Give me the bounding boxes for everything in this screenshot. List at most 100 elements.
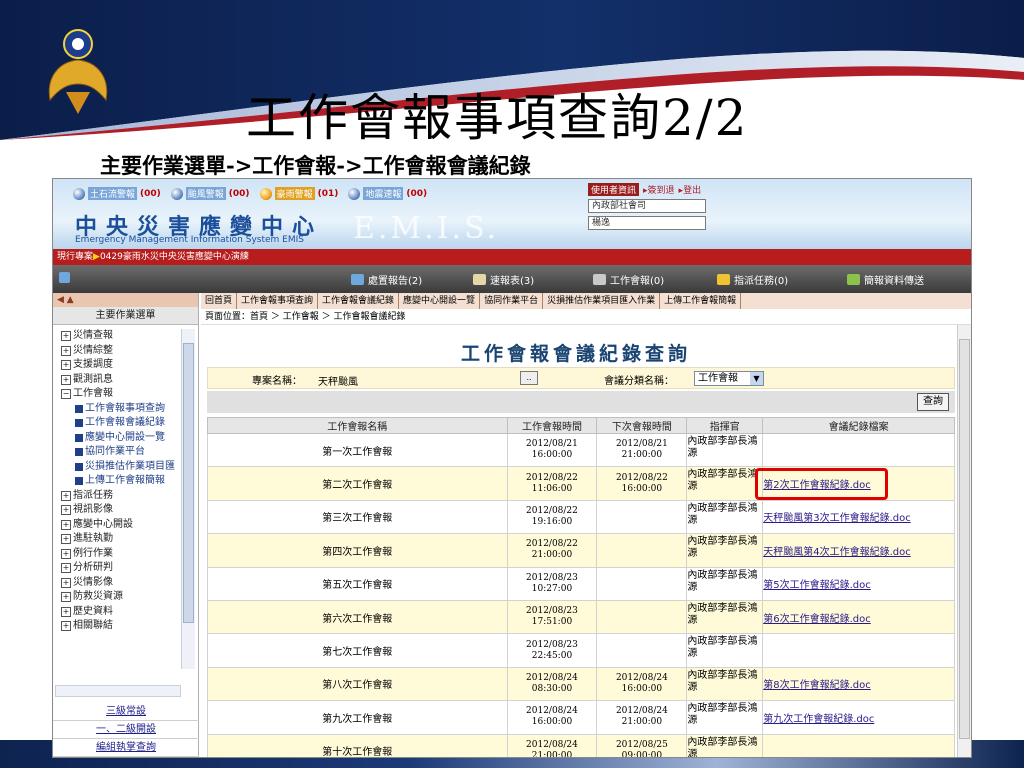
time: 21:00:00 [531, 550, 573, 561]
tab-damage-import[interactable]: 災損推估作業項目匯入作業 [543, 293, 661, 309]
menu-item[interactable]: + 進駐執勤 [53, 532, 199, 547]
expand-icon[interactable]: + [61, 563, 71, 574]
record-file-link[interactable]: 第6次工作會報紀錄.doc [763, 614, 871, 625]
tab-meeting-query[interactable]: 工作會報事項查詢 [237, 293, 319, 309]
expand-icon[interactable]: + [61, 505, 71, 516]
sign-in-out-link[interactable]: ▸簽到退 [643, 183, 675, 196]
tab-meeting-records[interactable]: 工作會報會議紀錄 [318, 293, 400, 309]
menu-item-label: 歷史資料 [73, 605, 113, 617]
menu-subitem[interactable]: 上傳工作會報簡報 [53, 474, 199, 489]
toolbar-home-button[interactable] [59, 272, 70, 283]
expand-icon[interactable]: + [61, 621, 71, 632]
expand-icon[interactable]: + [61, 577, 71, 588]
menu-item[interactable]: + 災情查報 [53, 329, 199, 344]
collapse-icon[interactable]: − [61, 389, 71, 400]
expand-icon[interactable]: + [61, 374, 71, 385]
commander-cell: 內政部李部長鴻源 [686, 700, 764, 735]
link-level3[interactable]: 三級常設 [53, 703, 199, 721]
collapse-menu-button[interactable]: ◀ ▲ [53, 293, 198, 307]
menu-subitem[interactable]: 災損推估作業項目匯 [53, 460, 199, 475]
menu-item[interactable]: + 防救災資源 [53, 590, 199, 605]
menu-item-label: 工作會報會議紀錄 [85, 417, 165, 428]
menu-vertical-scrollbar[interactable] [181, 329, 195, 669]
expand-icon[interactable]: + [61, 592, 71, 603]
menu-subitem[interactable]: 應變中心開設一覽 [53, 431, 199, 446]
menu-item[interactable]: + 災情綜整 [53, 344, 199, 359]
tab-upload-briefing[interactable]: 上傳工作會報簡報 [660, 293, 742, 309]
expand-icon[interactable]: + [61, 534, 71, 545]
meeting-name-cell: 第二次工作會報 [207, 466, 508, 501]
expand-icon[interactable]: + [61, 331, 71, 342]
link-level12[interactable]: 一、二級開設 [53, 721, 199, 739]
content-vertical-scrollbar[interactable] [957, 325, 971, 757]
toolbar-upload-button[interactable]: 簡報資料傳送 [847, 272, 924, 287]
toolbar-flash-report-button[interactable]: 速報表(3) [473, 272, 534, 287]
flash-report-icon [473, 274, 486, 285]
alert-typhoon[interactable]: 颱風警報 (00) [170, 187, 250, 200]
record-file-link[interactable]: 天秤颱風第4次工作會報紀錄.doc [763, 547, 911, 558]
menu-item[interactable]: + 應變中心開設 [53, 518, 199, 533]
alert-debris-flow[interactable]: 土石流警報 (00) [73, 187, 161, 200]
record-file-link[interactable]: 第8次工作會報紀錄.doc [763, 680, 871, 691]
scroll-thumb[interactable] [959, 339, 970, 739]
toolbar-report-button[interactable]: 處置報告(2) [351, 272, 422, 287]
tab-collab-platform[interactable]: 協同作業平台 [480, 293, 544, 309]
main-content: 工作會報會議紀錄查詢 專案名稱： 天秤颱風 .. 會議分類名稱： 工作會報 ▼ … [201, 325, 971, 757]
table-row: 第九次工作會報 2012/08/24 16:00:00 2012/08/24 21:00… [207, 700, 955, 735]
expand-icon[interactable]: + [61, 606, 71, 617]
expand-icon[interactable]: + [61, 548, 71, 559]
meeting-time-cell: 2012/08/23 10:27:00 [506, 566, 598, 601]
menu-item[interactable]: + 分析研判 [53, 561, 199, 576]
meeting-name-cell: 第一次工作會報 [207, 432, 508, 468]
column-header: 下次會報時間 [596, 417, 688, 434]
meeting-time-cell: 2012/08/24 21:00:00 [506, 733, 598, 757]
expand-icon[interactable]: + [61, 490, 71, 501]
menu-horizontal-scrollbar[interactable] [55, 685, 181, 697]
menu-item-label: 相關聯結 [73, 620, 113, 631]
toolbar-meeting-button[interactable]: 工作會報(0) [593, 272, 664, 287]
tab-home[interactable]: 回首頁 [201, 293, 238, 309]
logout-link[interactable]: ▸登出 [679, 183, 702, 196]
expand-icon[interactable]: + [61, 360, 71, 371]
browse-button[interactable]: .. [520, 371, 538, 385]
toolbar-task-button[interactable]: 指派任務(0) [717, 272, 788, 287]
commander-cell: 內政部李部長鴻源 [686, 499, 764, 535]
record-file-link[interactable]: 第九次工作會報紀錄.doc [763, 714, 874, 725]
scroll-thumb[interactable] [183, 343, 194, 623]
menu-item[interactable]: + 災情影像 [53, 576, 199, 591]
menu-item[interactable]: + 指派任務 [53, 489, 199, 504]
expand-icon[interactable]: + [61, 519, 71, 530]
next-meeting-time-cell [596, 499, 688, 535]
category-select[interactable]: 工作會報 ▼ [694, 371, 764, 386]
category-selected-value: 工作會報 [698, 373, 738, 384]
query-button[interactable]: 查詢 [917, 393, 949, 411]
menu-item-label: 例行作業 [73, 547, 113, 559]
time: 11:06:00 [531, 483, 573, 494]
expand-icon[interactable]: + [61, 345, 71, 356]
function-tabs: 回首頁 工作會報事項查詢 工作會報會議紀錄 應變中心開設一覽 協同作業平台 災損… [201, 293, 971, 309]
record-file-cell: 第8次工作會報紀錄.doc [762, 666, 955, 702]
link-team-duty[interactable]: 編組執掌查詢 [53, 739, 199, 757]
record-file-link[interactable]: 第5次工作會報紀錄.doc [763, 580, 871, 591]
menu-item[interactable]: − 工作會報 [53, 387, 199, 402]
tab-center-open-list[interactable]: 應變中心開設一覽 [399, 293, 481, 309]
menu-item[interactable]: + 支援調度 [53, 358, 199, 373]
alert-earthquake[interactable]: 地震速報 (00) [348, 187, 427, 200]
menu-subitem[interactable]: 工作會報事項查詢 [53, 402, 199, 417]
column-header: 指揮官 [686, 417, 764, 434]
next-meeting-time-cell: 2012/08/21 21:00:00 [596, 432, 688, 468]
menu-item[interactable]: + 視訊影像 [53, 503, 199, 518]
meeting-name-cell: 第九次工作會報 [207, 700, 508, 735]
menu-subitem[interactable]: 協同作業平台 [53, 445, 199, 460]
menu-item[interactable]: + 歷史資料 [53, 605, 199, 620]
time: 22:45:00 [531, 650, 573, 661]
project-name-value: 天秤颱風 [318, 377, 358, 388]
record-file-link[interactable]: 天秤颱風第3次工作會報紀錄.doc [763, 513, 911, 524]
menu-subitem[interactable]: 工作會報會議紀錄 [53, 416, 199, 431]
alert-label: 地震速報 [363, 187, 404, 200]
menu-item[interactable]: + 觀測訊息 [53, 373, 199, 388]
menu-item[interactable]: + 相關聯結 [53, 619, 199, 634]
alert-heavy-rain[interactable]: 豪雨警報 (01) [259, 187, 338, 200]
menu-item[interactable]: + 例行作業 [53, 547, 199, 562]
column-header: 工作會報時間 [506, 417, 598, 434]
